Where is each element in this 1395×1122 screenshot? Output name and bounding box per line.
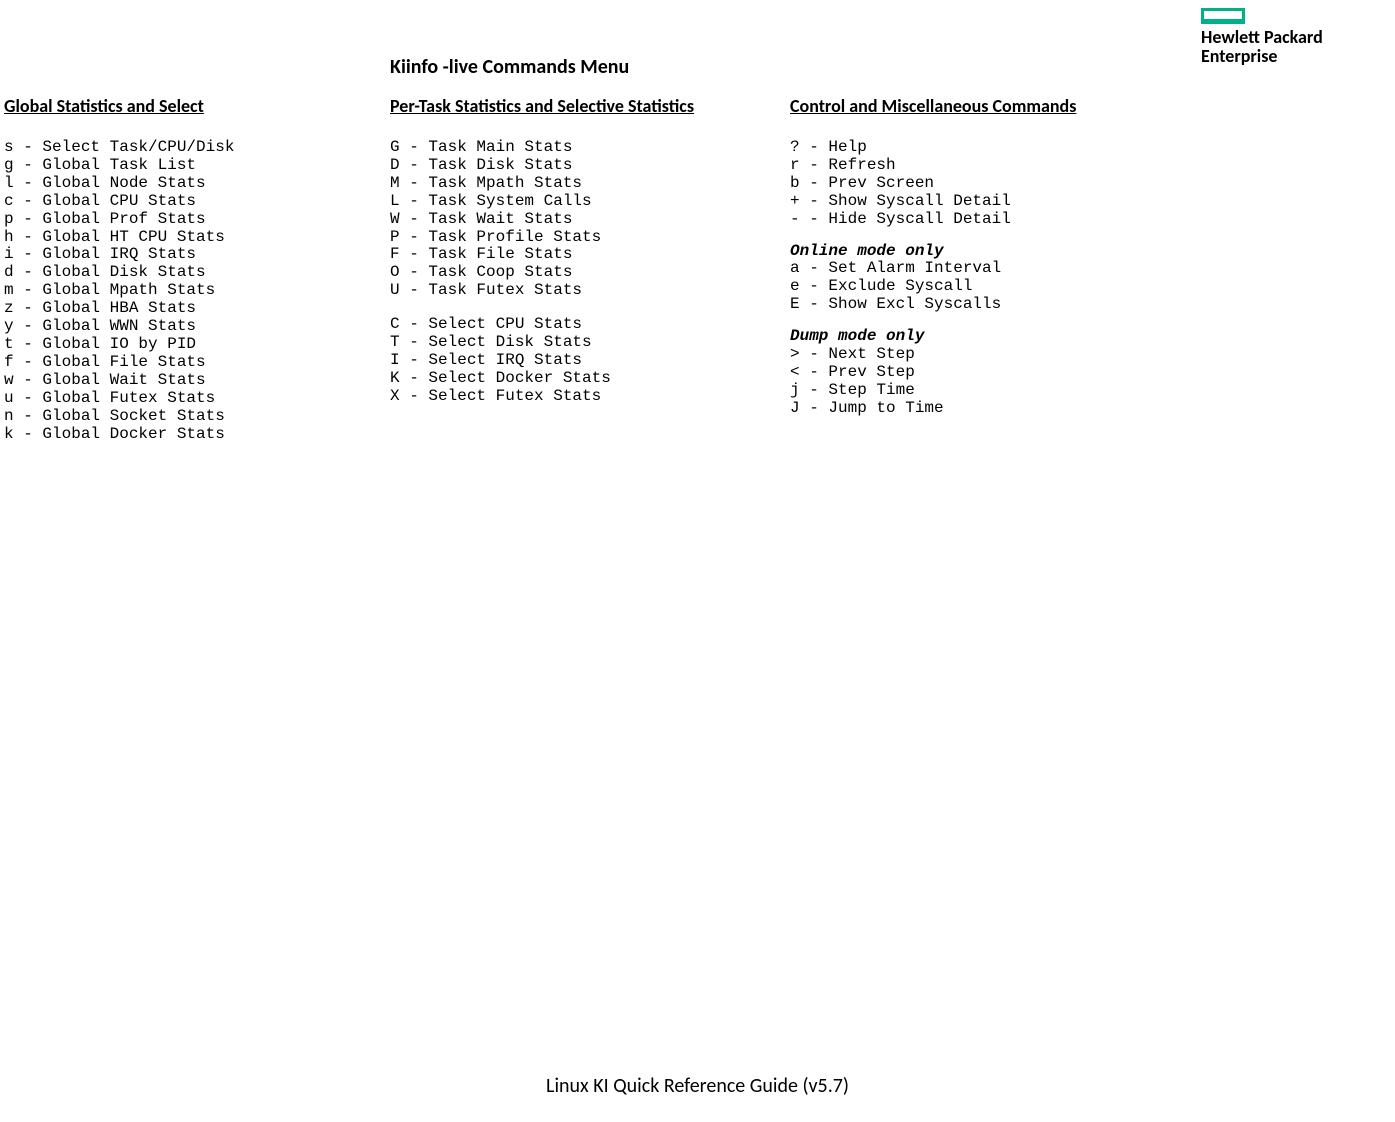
column-global-stats: Global Statistics and Select s - Select …: [4, 95, 374, 443]
control-commands-list: ? - Help r - Refresh b - Prev Screen + -…: [790, 139, 1190, 229]
heading-control-commands: Control and Miscellaneous Commands: [790, 95, 1190, 117]
hpe-logo: Hewlett Packard Enterprise: [1201, 8, 1361, 66]
page-title: Kiinfo -live Commands Menu: [390, 55, 629, 79]
heading-per-task-stats: Per-Task Statistics and Selective Statis…: [390, 95, 780, 117]
select-stats-list: C - Select CPU Stats T - Select Disk Sta…: [390, 316, 780, 406]
dump-mode-list: > - Next Step < - Prev Step j - Step Tim…: [790, 346, 1190, 418]
global-stats-list: s - Select Task/CPU/Disk g - Global Task…: [4, 139, 374, 443]
hpe-logo-mark: [1201, 8, 1245, 24]
subheading-dump-mode: Dump mode only: [790, 328, 1190, 346]
subheading-online-mode: Online mode only: [790, 243, 1190, 261]
page-footer: Linux KI Quick Reference Guide (v5.7): [0, 1074, 1395, 1098]
column-control-commands: Control and Miscellaneous Commands ? - H…: [790, 95, 1190, 418]
online-mode-list: a - Set Alarm Interval e - Exclude Sysca…: [790, 260, 1190, 314]
column-per-task-stats: Per-Task Statistics and Selective Statis…: [390, 95, 780, 406]
heading-global-stats: Global Statistics and Select: [4, 95, 374, 117]
task-stats-list: G - Task Main Stats D - Task Disk Stats …: [390, 139, 780, 300]
hpe-logo-text-2: Enterprise: [1201, 47, 1361, 66]
